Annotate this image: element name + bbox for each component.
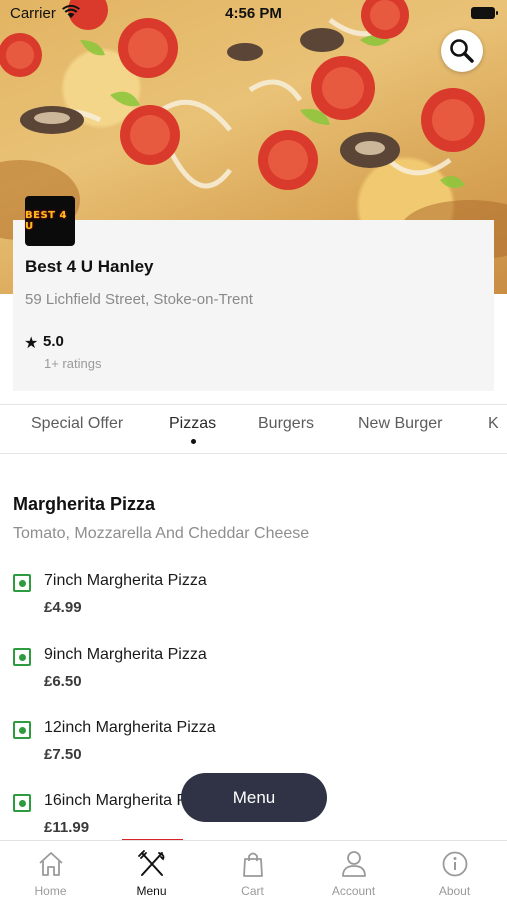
veg-indicator-icon [13,794,31,812]
tab-new-burger[interactable]: New Burger [358,415,442,433]
menu-item[interactable]: 9inch Margherita Pizza £6.50 [0,646,507,706]
tab-bar-label: Cart [241,884,264,898]
restaurant-address: 59 Lichfield Street, Stoke-on-Trent [25,291,253,308]
status-time: 4:56 PM [225,5,282,22]
restaurant-logo: BEST 4 U [25,196,75,246]
rating-value: 5.0 [43,333,64,350]
category-tabs: Special Offer Pizzas Burgers New Burger … [0,404,507,454]
item-name: 12inch Margherita Pizza [44,719,216,736]
section-description: Tomato, Mozzarella And Cheddar Cheese [13,525,310,542]
menu-item[interactable]: 12inch Margherita Pizza £7.50 [0,719,507,779]
search-button[interactable] [441,30,483,72]
restaurant-info-card: BEST 4 U Best 4 U Hanley 59 Lichfield St… [13,196,494,391]
bag-icon [243,852,263,877]
veg-indicator-icon [13,574,31,592]
home-icon [39,852,63,876]
item-price: £7.50 [44,746,82,763]
veg-indicator-icon [13,648,31,666]
item-name: 7inch Margherita Pizza [44,572,207,589]
tab-label: K [488,415,499,432]
tab-more[interactable]: K [488,415,499,433]
item-name: 9inch Margherita Pizza [44,646,207,663]
status-bar: Carrier 4:56 PM [0,0,507,28]
tab-bar-label: Menu [136,884,167,898]
search-icon [450,39,474,63]
menu-floating-button[interactable]: Menu [181,773,327,822]
tab-bar-cart[interactable]: Cart [202,841,303,900]
tab-special-offer[interactable]: Special Offer [31,415,123,433]
section-title: Margherita Pizza [13,494,156,514]
user-icon [342,851,366,877]
bottom-tab-bar: Home Menu Cart Account About [0,840,507,900]
tab-bar-label: About [438,884,471,898]
rating-count: 1+ ratings [44,356,102,371]
logo-text: BEST 4 U [25,210,67,232]
tab-bar-label: Account [331,884,376,898]
tab-pizzas[interactable]: Pizzas [169,415,217,444]
tab-label: Burgers [258,415,315,432]
menu-item[interactable]: 7inch Margherita Pizza £4.99 [0,572,507,632]
item-price: £4.99 [44,599,82,616]
restaurant-name: Best 4 U Hanley [25,257,154,276]
tab-bar-about[interactable]: About [404,841,505,900]
fork-knife-icon [138,850,165,876]
star-icon: ★ [24,335,39,352]
battery-icon [471,7,498,19]
tab-label: New Burger [358,415,443,432]
info-icon [442,851,468,877]
tab-label: Special Offer [31,415,124,432]
tab-burgers[interactable]: Burgers [258,415,314,433]
item-price: £6.50 [44,673,82,690]
tab-bar-label: Home [34,884,67,898]
tab-label: Pizzas [169,415,217,432]
item-price: £11.99 [44,819,90,836]
active-tab-indicator [190,439,196,444]
tab-bar-home[interactable]: Home [0,841,101,900]
tab-bar-account[interactable]: Account [303,841,404,900]
tab-bar-menu[interactable]: Menu [101,841,202,900]
veg-indicator-icon [13,721,31,739]
